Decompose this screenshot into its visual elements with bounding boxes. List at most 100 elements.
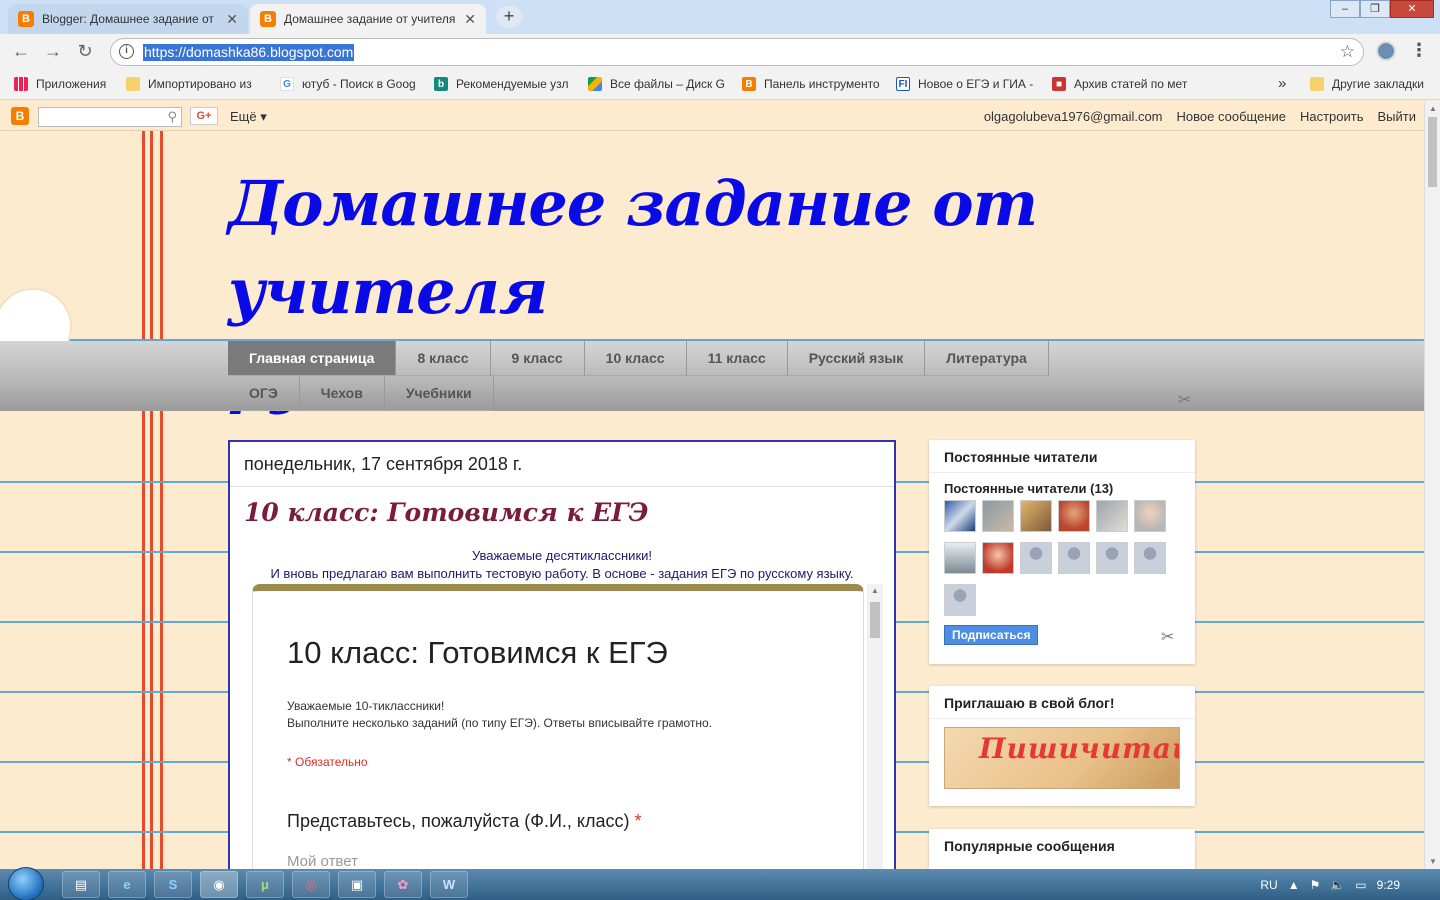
- back-arrow-icon[interactable]: ←: [10, 41, 32, 62]
- tab-grade-9[interactable]: 9 класс: [490, 341, 585, 376]
- network-icon[interactable]: ▭: [1355, 878, 1366, 892]
- bookmark-ege-news[interactable]: FI Новое о ЕГЭ и ГИА -: [896, 77, 1036, 91]
- bookmark-youtube-search[interactable]: G ютуб - Поиск в Goog: [280, 77, 418, 91]
- drive-icon: [588, 77, 602, 91]
- margin-line: [150, 131, 153, 871]
- scroll-up-icon[interactable]: ▲: [1429, 104, 1437, 113]
- start-button[interactable]: [8, 867, 44, 900]
- edit-tools-icon[interactable]: ✂: [1161, 627, 1174, 647]
- tab-grade-11[interactable]: 11 класс: [686, 341, 788, 376]
- avatar-placeholder-icon[interactable]: [1020, 542, 1052, 574]
- word-icon[interactable]: W: [430, 871, 468, 898]
- avatar[interactable]: [944, 500, 976, 532]
- forward-arrow-icon[interactable]: →: [42, 41, 64, 62]
- bookmark-drive[interactable]: Все файлы – Диск G: [588, 77, 728, 91]
- avatar[interactable]: [1096, 500, 1128, 532]
- account-email[interactable]: olgagolubeva1976@gmail.com: [984, 109, 1163, 124]
- search-icon[interactable]: ⚲: [167, 109, 177, 125]
- blogger-logo-icon[interactable]: B: [11, 107, 29, 125]
- tab-grade-8[interactable]: 8 класс: [396, 341, 491, 376]
- avatar[interactable]: [982, 500, 1014, 532]
- popular-posts-widget: Популярные сообщения: [929, 829, 1195, 871]
- bookmark-other[interactable]: Другие закладки: [1310, 77, 1438, 91]
- minimize-icon[interactable]: –: [1330, 0, 1360, 18]
- avatar[interactable]: [982, 542, 1014, 574]
- bookmark-imported[interactable]: Импортировано из: [126, 77, 262, 91]
- blog-banner-image[interactable]: Пишичитай: [944, 727, 1180, 789]
- language-indicator[interactable]: RU: [1260, 878, 1277, 892]
- avatar-placeholder-icon[interactable]: [1096, 542, 1128, 574]
- chrome-icon[interactable]: ◉: [200, 871, 238, 898]
- opera-icon[interactable]: ◎: [292, 871, 330, 898]
- info-icon[interactable]: i: [119, 44, 134, 59]
- new-tab-button[interactable]: +: [496, 6, 522, 28]
- browser-tab-blog[interactable]: B Домашнее задание от учителя ✕: [250, 4, 486, 34]
- tab-oge[interactable]: ОГЭ: [228, 376, 300, 411]
- tray-arrow-icon[interactable]: ▲: [1288, 878, 1300, 892]
- close-tab-icon[interactable]: ✕: [226, 11, 238, 28]
- utorrent-icon[interactable]: μ: [246, 871, 284, 898]
- chrome-menu-icon[interactable]: ⋮: [1410, 40, 1428, 61]
- clock[interactable]: 9:29: [1377, 878, 1400, 892]
- form-scrollbar[interactable]: ▲: [867, 584, 883, 874]
- avatar[interactable]: [1058, 500, 1090, 532]
- maximize-icon[interactable]: ❐: [1360, 0, 1390, 18]
- margin-line: [142, 131, 145, 871]
- close-tab-icon[interactable]: ✕: [464, 11, 476, 28]
- banner-title: Пишичитай: [979, 732, 1180, 765]
- skype-icon[interactable]: S: [154, 871, 192, 898]
- explorer-icon[interactable]: ▤: [62, 871, 100, 898]
- tab-textbooks[interactable]: Учебники: [384, 376, 494, 411]
- fi-icon: FI: [896, 77, 910, 91]
- tab-grade-10[interactable]: 10 класс: [584, 341, 687, 376]
- tab-literature[interactable]: Литература: [925, 341, 1049, 376]
- console-icon[interactable]: ▣: [338, 871, 376, 898]
- logout-link[interactable]: Выйти: [1378, 109, 1417, 124]
- url-input[interactable]: i https://domashka86.blogspot.com ☆: [110, 38, 1364, 66]
- bookmark-star-icon[interactable]: ☆: [1340, 42, 1355, 62]
- scroll-up-icon[interactable]: ▲: [871, 586, 879, 595]
- edit-tools-icon[interactable]: ✂: [1178, 390, 1191, 410]
- bookmark-articles-archive[interactable]: ■ Архив статей по мет: [1052, 77, 1192, 91]
- avatar-placeholder-icon[interactable]: [1058, 542, 1090, 574]
- flag-icon[interactable]: ⚑: [1310, 878, 1321, 892]
- scroll-thumb[interactable]: [1428, 117, 1437, 187]
- internet-explorer-icon[interactable]: e: [108, 871, 146, 898]
- tab-home[interactable]: Главная страница: [228, 341, 397, 376]
- margin-line: [160, 131, 163, 871]
- customize-link[interactable]: Настроить: [1300, 109, 1364, 124]
- folder-icon: [126, 77, 140, 91]
- widget-title: Популярные сообщения: [944, 838, 1115, 854]
- app-icon[interactable]: ✿: [384, 871, 422, 898]
- bookmarks-overflow-icon[interactable]: »: [1278, 75, 1286, 92]
- bookmark-recommended[interactable]: b Рекомендуемые узл: [434, 77, 572, 91]
- scroll-down-icon[interactable]: ▼: [1429, 857, 1437, 866]
- url-text[interactable]: https://domashka86.blogspot.com: [143, 44, 355, 61]
- close-window-icon[interactable]: ✕: [1390, 0, 1434, 18]
- tab-title: Домашнее задание от учителя: [284, 12, 456, 26]
- bookmark-label: Все файлы – Диск G: [610, 77, 725, 91]
- more-menu[interactable]: Ещё ▾: [230, 109, 267, 125]
- avatar-placeholder-icon[interactable]: [944, 584, 976, 616]
- tab-chekhov[interactable]: Чехов: [299, 376, 385, 411]
- volume-icon[interactable]: 🔈: [1330, 878, 1345, 892]
- reload-icon[interactable]: ↻: [74, 41, 96, 62]
- avatar[interactable]: [1134, 500, 1166, 532]
- scroll-thumb[interactable]: [870, 602, 880, 638]
- blog-search-input[interactable]: ⚲: [38, 107, 182, 127]
- avatar[interactable]: [1020, 500, 1052, 532]
- bookmark-apps[interactable]: Приложения: [14, 77, 122, 91]
- post-title[interactable]: 10 класс: Готовимся к ЕГЭ: [244, 498, 648, 527]
- bookmark-blogger-dashboard[interactable]: B Панель инструменто: [742, 77, 882, 91]
- question-label: Представьтесь, пожалуйста (Ф.И., класс): [287, 811, 630, 831]
- subscribe-button[interactable]: Подписаться: [944, 625, 1039, 645]
- new-post-link[interactable]: Новое сообщение: [1177, 109, 1286, 124]
- google-plus-button[interactable]: G+: [190, 107, 218, 125]
- profile-avatar[interactable]: [1376, 41, 1396, 61]
- tab-russian[interactable]: Русский язык: [787, 341, 926, 376]
- browser-tab-blogger-dashboard[interactable]: B Blogger: Домашнее задание от ✕: [8, 4, 248, 34]
- avatar[interactable]: [944, 542, 976, 574]
- page-scrollbar[interactable]: ▲ ▼: [1424, 101, 1440, 869]
- avatar-placeholder-icon[interactable]: [1134, 542, 1166, 574]
- blog-post: понедельник, 17 сентября 2018 г. 10 клас…: [228, 440, 896, 877]
